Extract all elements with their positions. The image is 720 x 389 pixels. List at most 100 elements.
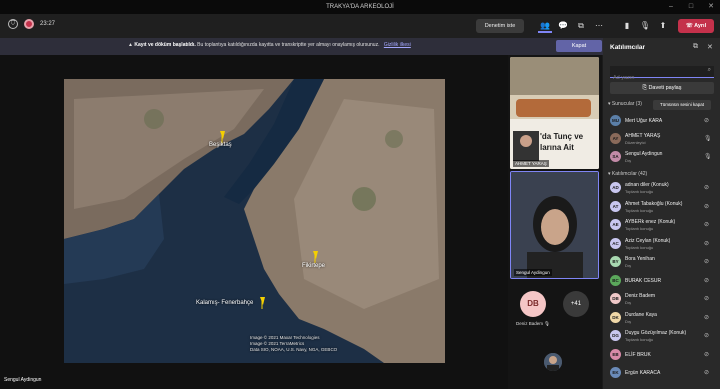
muted-mic-icon: ⊘ [704, 314, 710, 321]
banner-bold-text: Kayıt ve döküm başlatıldı. [134, 42, 196, 48]
leave-button[interactable]: ☏ Ayrıl [678, 19, 714, 33]
more-options-icon[interactable]: ⋯ [592, 19, 606, 33]
participant-name: Ahmet Tabakoğlu (Konuk) [625, 200, 683, 207]
search-icon: ⌕ [707, 67, 711, 73]
camera-icon[interactable]: ▮ [620, 19, 634, 33]
participant-role: Toplantı konuğu [625, 207, 654, 213]
participant-row[interactable]: MU Mert Uğur KARA ⊘ [608, 113, 718, 129]
mute-all-button[interactable]: Tümünün sesini kapat [653, 100, 711, 110]
presenter-name: Sengul Aydingun [4, 377, 42, 383]
avatar: AT [610, 200, 621, 212]
muted-mic-icon: ⊘ [704, 259, 710, 265]
mic-icon: 🎙 [704, 154, 712, 160]
avatar[interactable]: DB [520, 291, 546, 317]
participant-name: Deniz Badem [625, 293, 656, 299]
participant-row[interactable]: EK Ergün KARACA ⊘ [608, 365, 718, 381]
video-tile-name: Sengul Aydingun [514, 269, 552, 276]
participant-name: Ergün KARACA [625, 370, 661, 376]
muted-mic-icon: ⊘ [704, 222, 710, 228]
participant-row[interactable]: BY Bora Yenihan Dış ⊘ [608, 254, 718, 270]
participants-icon[interactable]: 👥 [538, 19, 552, 33]
microphone-icon[interactable]: 🎙 [638, 19, 652, 33]
participant-row[interactable]: AT Ahmet Tabakoğlu (Konuk) Toplantı konuğu… [608, 199, 718, 215]
close-banner-button[interactable]: Kapat [556, 40, 602, 52]
maximize-icon[interactable]: □ [684, 0, 698, 14]
avatar: DK [610, 311, 621, 323]
avatar: BY [610, 256, 621, 267]
participant-name: Bora Yenihan [625, 256, 655, 262]
participant-row[interactable]: SA Sengul Aydingun Dış 🎙 [608, 149, 718, 165]
request-control-button[interactable]: Denetim iste [476, 19, 524, 33]
participant-row[interactable]: AY AHMET YARAŞ Düzenleyici 🎙 [608, 131, 718, 147]
presenters-heading[interactable]: ▾ Sunucular (3) [608, 101, 642, 107]
avatar-name: Deniz Badem 🎙 [516, 321, 550, 327]
avatar: BC [610, 274, 621, 286]
video-tile-sengul[interactable]: Sengul Aydingun [510, 171, 599, 279]
avatar: DB [610, 293, 621, 304]
participant-name: adnan diler (Konuk) [625, 182, 669, 188]
attendees-heading-text: Katılımcılar (42) [611, 171, 648, 177]
avatar: EB [610, 348, 621, 360]
more-participants-badge[interactable]: +41 [563, 291, 589, 317]
meeting-timer: 23:27 [40, 21, 56, 27]
avatar[interactable] [544, 353, 562, 371]
slide-overlay-text: 'da Tunç ve larına Ait [540, 131, 583, 153]
avatar-name-text: Deniz Badem [516, 321, 544, 326]
close-panel-icon[interactable]: ✕ [707, 43, 713, 51]
minimize-icon[interactable]: – [664, 0, 678, 14]
avatar: AD [610, 182, 621, 193]
muted-mic-icon: ⊘ [704, 296, 710, 302]
muted-mic-icon: ⊘ [704, 118, 710, 124]
avatar: AY [610, 133, 621, 144]
share-invite-label: Daveti paylaş [648, 85, 682, 91]
participant-row[interactable]: AD adnan diler (Konuk) Toplantı konuğu ⊘ [608, 180, 718, 196]
muted-mic-icon: ⊘ [704, 185, 710, 191]
muted-mic-icon: ⊘ [704, 277, 710, 284]
window-title: TRAKYA'DA ARKEOLOJİ [326, 4, 394, 10]
recording-banner: ▲ Kayıt ve döküm başlatıldı. Bu toplantı… [0, 38, 603, 55]
participant-role: Dış [625, 300, 631, 305]
video-tile-ahmet[interactable]: 'da Tunç ve larına Ait AHMET YARAŞ [510, 57, 599, 169]
participant-row[interactable]: DG Duygu Gözüyılmaz (Konuk) Toplantı konuğ… [608, 328, 718, 344]
participant-name: Mert Uğur KARA [625, 118, 663, 124]
muted-mic-icon: 🎙 [544, 321, 550, 326]
participant-role: Düzenleyici [625, 140, 646, 145]
breakout-rooms-icon[interactable]: ⧉ [574, 19, 588, 33]
muted-mic-icon: ⊘ [704, 370, 710, 376]
avatar: AE [610, 219, 621, 230]
shield-icon[interactable]: ⛉ [8, 19, 18, 29]
banner-info-icon: ▲ [128, 42, 133, 48]
share-screen-icon[interactable]: ⬆ [656, 19, 670, 33]
avatar: AC [610, 237, 621, 249]
slide-overlay-line: 'da Tunç ve [540, 132, 584, 141]
banner-text: Bu toplantıya katıldığınızda kayıtta ve … [197, 42, 380, 48]
participant-name: AHMET YARAŞ [625, 133, 661, 139]
participant-name: Sengul Aydingun [625, 151, 663, 157]
participant-row[interactable]: DB Deniz Badem Dış ⊘ [608, 291, 718, 307]
participant-name: BURAK CESUR [625, 277, 662, 284]
participant-row[interactable]: EB ELİF BRUK ⊘ [608, 347, 718, 363]
attendees-heading[interactable]: ▾ Katılımcılar (42) [608, 171, 647, 177]
participant-row[interactable]: AE AYBERk enez (Konuk) Toplantı konuğu ⊘ [608, 217, 718, 233]
participant-row[interactable]: AC Aziz Ceylan (Konuk) Toplantı konuğu ⊘ [608, 236, 718, 252]
share-invite-button[interactable]: ⎘ Daveti paylaş [610, 82, 714, 94]
participants-panel: Katılımcılar ⧉ ✕ ⌕ ⎘ Daveti paylaş ▾ Sun… [603, 38, 720, 389]
mic-icon: 🎙 [704, 136, 712, 142]
privacy-policy-link[interactable]: Gizlilik ilkesi [384, 42, 411, 48]
participant-row[interactable]: BC BURAK CESUR ⊘ [608, 273, 718, 289]
video-strip: 'da Tunç ve larına Ait AHMET YARAŞ Sengu… [508, 55, 602, 389]
avatar: DG [610, 330, 621, 341]
participant-role: Dış [625, 318, 631, 324]
map-image [64, 79, 445, 363]
participant-search[interactable]: ⌕ [610, 66, 714, 84]
camera-feed [511, 172, 598, 278]
participant-name: Aziz Ceylan (Konuk) [625, 237, 671, 244]
chat-icon[interactable]: 💬 [556, 19, 570, 33]
participant-row[interactable]: DK Durdane Kaya Dış ⊘ [608, 310, 718, 326]
close-window-icon[interactable]: ✕ [704, 0, 718, 14]
participant-name: ELİF BRUK [625, 351, 651, 358]
shared-screen-stage: Beşiktaş Fikirtepe Kalamış- Fenerbahçe I… [0, 55, 508, 389]
popout-icon[interactable]: ⧉ [693, 43, 698, 51]
participant-name: Durdane Kaya [625, 311, 657, 318]
avatar: EK [610, 367, 621, 378]
